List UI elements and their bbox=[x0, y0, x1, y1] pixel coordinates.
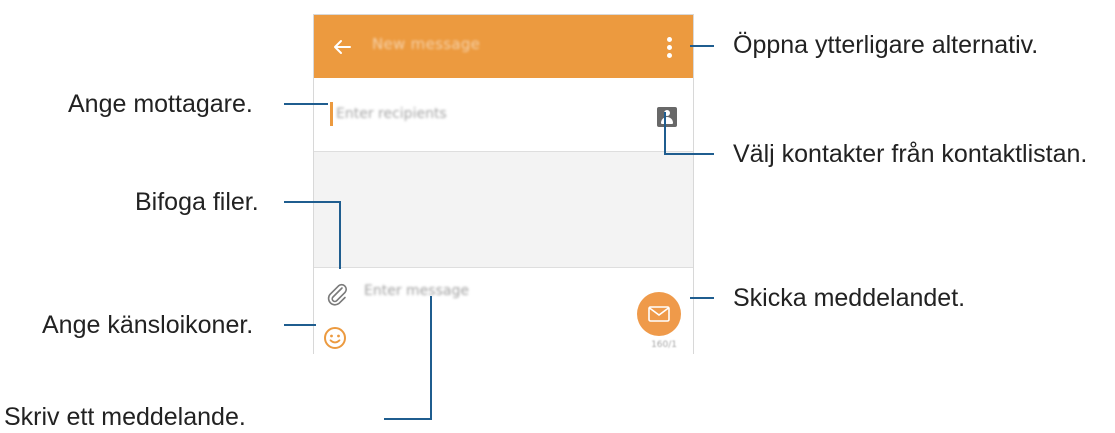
recipient-input[interactable] bbox=[336, 103, 596, 125]
back-arrow-icon bbox=[334, 40, 351, 54]
callout-line-more bbox=[690, 45, 714, 47]
app-header: New message bbox=[314, 15, 693, 78]
more-options-icon bbox=[666, 36, 672, 42]
annotated-screenshot: New message Enter recipients Enter messa… bbox=[0, 0, 1115, 433]
send-button[interactable] bbox=[637, 292, 681, 336]
annotation-more-options: Öppna ytterligare alternativ. bbox=[733, 31, 1039, 59]
annotation-emoticons: Ange känsloikoner. bbox=[42, 311, 254, 339]
envelope-icon bbox=[648, 306, 670, 322]
callout-line-emoticons bbox=[284, 324, 316, 326]
screen-title: New message bbox=[372, 35, 481, 53]
annotation-compose: Skriv ett meddelande. bbox=[4, 403, 246, 431]
callout-line-recipients bbox=[284, 103, 328, 105]
emoticon-button[interactable] bbox=[323, 326, 347, 350]
callout-line-compose bbox=[430, 296, 432, 420]
annotation-send: Skicka meddelandet. bbox=[733, 284, 966, 312]
back-button[interactable] bbox=[328, 35, 356, 59]
annotation-recipients: Ange mottagare. bbox=[68, 90, 253, 118]
recipient-row bbox=[314, 78, 693, 152]
attach-button[interactable] bbox=[326, 282, 348, 306]
message-input[interactable] bbox=[364, 280, 614, 302]
paperclip-icon bbox=[327, 283, 348, 306]
smiley-icon bbox=[324, 327, 346, 349]
phone-screen: New message Enter recipients Enter messa… bbox=[313, 14, 694, 354]
callout-line-attach bbox=[284, 201, 341, 203]
annotation-attach: Bifoga filer. bbox=[135, 188, 259, 216]
conversation-area bbox=[314, 152, 693, 267]
more-options-button[interactable] bbox=[661, 33, 677, 61]
callout-line-send bbox=[690, 297, 714, 299]
callout-line-contacts bbox=[664, 112, 666, 155]
annotation-contacts: Välj kontakter från kontaktlistan. bbox=[733, 140, 1088, 168]
contacts-button[interactable] bbox=[657, 107, 677, 127]
compose-bar: 160/1 bbox=[314, 267, 693, 354]
text-cursor bbox=[330, 102, 333, 126]
character-counter: 160/1 bbox=[651, 340, 677, 350]
